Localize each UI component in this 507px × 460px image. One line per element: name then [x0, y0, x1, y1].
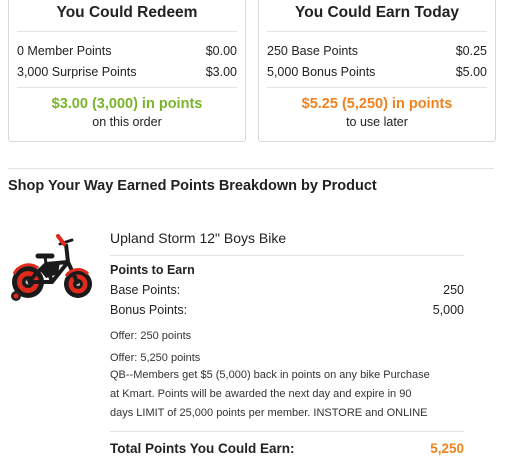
- earn-row-label: 5,000 Bonus Points: [267, 65, 376, 79]
- earn-row-bonus: 5,000 Bonus Points $5.00: [267, 62, 487, 83]
- total-earn-value: 5,250: [430, 441, 464, 456]
- divider: [267, 87, 487, 88]
- base-points-row: Base Points: 250: [110, 281, 464, 299]
- base-points-label: Base Points:: [110, 283, 181, 297]
- bonus-points-value: 5,000: [432, 303, 464, 317]
- earn-subtext: to use later: [346, 115, 408, 129]
- bonus-points-label: Bonus Points:: [110, 303, 188, 317]
- redeem-title: You Could Redeem: [56, 4, 198, 21]
- earn-total: $5.25 (5,250) in points: [301, 96, 453, 112]
- product-details: Upland Storm 12" Boys Bike Points to Ear…: [110, 228, 464, 458]
- bonus-points-row: Bonus Points: 5,000: [110, 301, 464, 319]
- redeem-row-value: $0.00: [205, 44, 237, 58]
- earn-title: You Could Earn Today: [295, 4, 459, 21]
- redeem-row-surprise: 3,000 Surprise Points $3.00: [17, 62, 237, 83]
- earn-row-value: $0.25: [455, 44, 487, 58]
- total-earn-label: Total Points You Could Earn:: [110, 441, 295, 456]
- promo-line: QB--Members get $5 (5,000) back in point…: [110, 369, 430, 381]
- promo-description: QB--Members get $5 (5,000) back in point…: [110, 366, 464, 423]
- section-divider: [8, 168, 494, 169]
- points-to-earn-heading: Points to Earn: [110, 263, 195, 277]
- breakdown-title: Shop Your Way Earned Points Breakdown by…: [8, 178, 377, 194]
- redeem-total: $3.00 (3,000) in points: [51, 96, 203, 112]
- offer-bonus: Offer: 5,250 points: [110, 352, 201, 364]
- divider: [110, 255, 464, 256]
- divider: [17, 87, 237, 88]
- base-points-value: 250: [443, 283, 464, 297]
- redeem-row-label: 0 Member Points: [17, 44, 112, 58]
- promo-line: at Kmart. Points will be awarded the nex…: [110, 388, 412, 400]
- redeem-subtext: on this order: [92, 115, 162, 129]
- product-name[interactable]: Upland Storm 12" Boys Bike: [110, 228, 464, 248]
- redeem-row-label: 3,000 Surprise Points: [17, 65, 137, 79]
- redeem-card: You Could Redeem 0 Member Points $0.00 3…: [8, 0, 246, 142]
- earn-row-value: $5.00: [455, 65, 487, 79]
- total-earn-row: Total Points You Could Earn: 5,250: [110, 440, 464, 458]
- earn-row-label: 250 Base Points: [267, 44, 359, 58]
- redeem-row-value: $3.00: [205, 65, 237, 79]
- earn-card: You Could Earn Today 250 Base Points $0.…: [258, 0, 496, 142]
- promo-line: days LIMIT of 25,000 points per member. …: [110, 407, 428, 419]
- redeem-row-member: 0 Member Points $0.00: [17, 41, 237, 62]
- divider: [110, 431, 464, 432]
- offer-base: Offer: 250 points: [110, 330, 192, 342]
- bike-icon[interactable]: [8, 232, 98, 304]
- earn-row-base: 250 Base Points $0.25: [267, 41, 487, 62]
